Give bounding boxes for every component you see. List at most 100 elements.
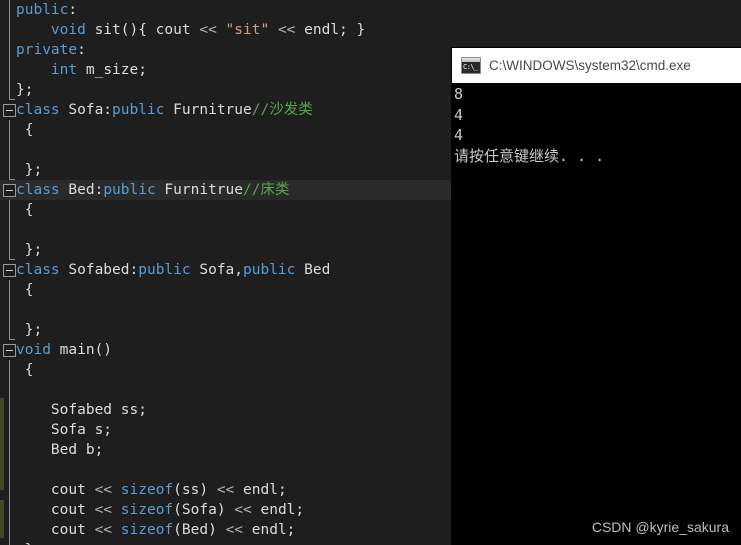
code-token: Sofabed: (59, 262, 139, 278)
code-token: public (243, 262, 296, 278)
code-line-text: void main() (16, 340, 112, 360)
code-line-text: { (16, 200, 34, 220)
code-line[interactable]: void sit(){ cout << "sit" << endl; } (0, 20, 741, 40)
indent-guide (9, 420, 10, 440)
code-token: endl; } (295, 22, 366, 38)
indent-guide (9, 80, 15, 100)
code-line-text: class Sofabed:public Sofa,public Bed (16, 260, 330, 280)
code-line[interactable]: public: (0, 0, 741, 20)
code-token: Bed (295, 262, 331, 278)
code-line-text: class Bed:public Furnitrue//床类 (16, 180, 289, 200)
code-line-text: }; (16, 80, 33, 100)
code-token: sit(){ cout (85, 22, 200, 38)
code-token: }; (16, 82, 34, 98)
indent-guide (9, 540, 10, 545)
code-token: class (16, 102, 60, 118)
code-token: endl; (243, 522, 296, 538)
collapse-minus-icon[interactable] (3, 344, 16, 357)
code-token: Bed: (59, 182, 104, 198)
code-token: public (112, 102, 165, 118)
indent-guide (9, 300, 10, 320)
code-token: { (16, 122, 34, 138)
indent-guide (9, 240, 15, 260)
code-token: public (138, 262, 191, 278)
code-token: }; (16, 162, 43, 178)
code-token: sizeof (120, 482, 174, 498)
code-line-text: }; (16, 240, 42, 260)
collapse-minus-icon[interactable] (3, 264, 16, 277)
code-token: main() (50, 342, 113, 358)
code-line-text: Bed b; (16, 440, 103, 460)
indent-guide (9, 460, 10, 480)
code-token: << (94, 502, 113, 518)
collapse-minus-icon[interactable] (3, 104, 16, 117)
indent-guide (9, 120, 10, 140)
code-line-text: Sofa s; (16, 420, 112, 440)
console-output[interactable]: 8 4 4 请按任意键继续. . . (452, 83, 741, 545)
code-token: private (16, 42, 78, 58)
code-token: Sofa, (190, 262, 244, 278)
code-token: m_size; (77, 62, 147, 78)
code-line-text: cout << sizeof(ss) << endl; (16, 480, 287, 500)
code-token: void (16, 342, 51, 358)
cmd-prompt-icon: C:\_ (461, 57, 481, 74)
indent-guide (9, 160, 15, 180)
code-token: //床类 (243, 182, 290, 198)
code-token: void (50, 22, 86, 38)
console-title-text: C:\WINDOWS\system32\cmd.exe (489, 58, 691, 73)
code-token: : (77, 42, 86, 58)
cmd-icon-text: C:\_ (463, 63, 478, 71)
code-line-text: { (16, 360, 34, 380)
indent-guide (9, 360, 10, 380)
watermark-label: CSDN @kyrie_sakura (591, 519, 729, 535)
console-output-line: 4 (454, 105, 464, 124)
console-output-line: 4 (454, 126, 464, 144)
indent-guide (9, 0, 10, 20)
console-output-line: 8 (454, 85, 464, 103)
indent-guide (9, 500, 10, 520)
code-line-text: { (16, 280, 34, 300)
code-line-text: void sit(){ cout << "sit" << endl; } (16, 20, 365, 40)
screen-root: public: void sit(){ cout << "sit" << end… (0, 0, 741, 545)
code-token: int (50, 62, 78, 78)
code-token: }; (16, 242, 43, 258)
code-token: sizeof (120, 502, 174, 518)
code-token: << (94, 522, 113, 538)
indent-guide (9, 400, 10, 420)
code-token: { (16, 202, 34, 218)
code-token: public (16, 2, 69, 18)
code-token: Bed b; (16, 442, 104, 458)
code-token: << (94, 482, 113, 498)
code-token: { (16, 282, 34, 298)
code-token: Sofabed ss; (16, 402, 147, 418)
code-line-text: private: (16, 40, 86, 60)
code-token: { (16, 362, 34, 378)
indent-guide (9, 220, 10, 240)
collapse-minus-icon[interactable] (3, 184, 16, 197)
indent-guide (9, 60, 10, 80)
code-token: sizeof (120, 522, 174, 538)
console-output-line: 请按任意键继续. . . (454, 146, 605, 165)
code-token: //沙发类 (251, 102, 313, 118)
cmd-console-window[interactable]: C:\_ C:\WINDOWS\system32\cmd.exe 8 4 4 请按任意… (452, 48, 741, 545)
code-token: Sofa s; (16, 422, 113, 438)
indent-guide (9, 280, 10, 300)
code-token: "sit" (225, 22, 270, 38)
code-token: class (16, 182, 60, 198)
code-token: public (103, 182, 156, 198)
code-token: endl; (234, 482, 287, 498)
code-token: Sofa: (59, 102, 113, 118)
code-line-text: class Sofa:public Furnitrue//沙发类 (16, 100, 313, 120)
code-token: (Sofa) (173, 502, 235, 518)
code-line-text: Sofabed ss; (16, 400, 147, 420)
console-title-bar[interactable]: C:\_ C:\WINDOWS\system32\cmd.exe (452, 48, 741, 83)
indent-guide (9, 40, 10, 60)
code-token: cout (16, 522, 95, 538)
code-line-text: int m_size; (16, 60, 147, 80)
code-line-text: }; (16, 320, 42, 340)
code-line-text: cout << sizeof(Bed) << endl; (16, 520, 296, 540)
